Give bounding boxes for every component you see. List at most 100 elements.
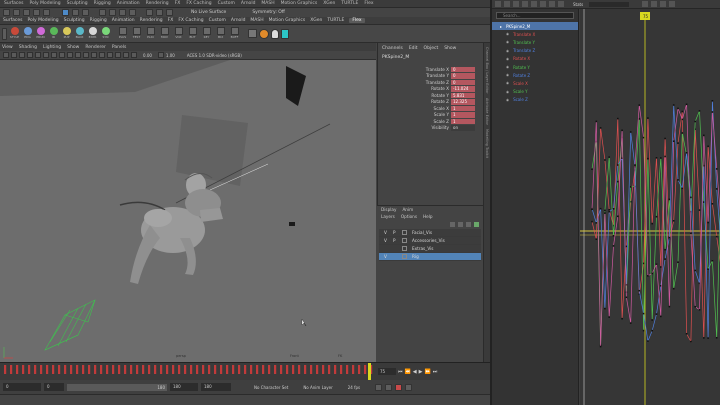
side-tab[interactable]: Attribute Editor xyxy=(485,98,489,125)
sound-icon[interactable] xyxy=(385,383,393,391)
eye-icon[interactable]: ◉ xyxy=(506,57,509,61)
channel-box-menu-show[interactable]: Show xyxy=(444,46,456,51)
render-settings-icon[interactable] xyxy=(166,9,173,16)
channel-row[interactable]: Translate Z0 xyxy=(378,79,483,86)
current-frame-field[interactable]: 75 xyxy=(378,368,396,375)
open-scene-icon[interactable] xyxy=(13,9,20,16)
play-forward-icon[interactable]: ▶ xyxy=(419,369,423,375)
viewport-menu-panels[interactable]: Panels xyxy=(112,45,126,50)
textured-icon[interactable] xyxy=(75,52,81,58)
channel-value[interactable]: 1 xyxy=(451,118,475,124)
graph-curve-item[interactable]: ◉ Scale X xyxy=(492,79,578,87)
viewport-menu-view[interactable]: View xyxy=(2,45,13,50)
redo-icon[interactable] xyxy=(43,9,50,16)
render-icon[interactable] xyxy=(146,9,153,16)
orange-tool-icon[interactable] xyxy=(259,28,269,39)
camera-icon[interactable] xyxy=(3,52,9,58)
shelf-script-test[interactable]: TEST xyxy=(131,26,142,41)
graph-curve-item[interactable]: ◉ Scale Z xyxy=(492,96,578,104)
exposure-icon[interactable] xyxy=(131,52,137,58)
layer-tab-display[interactable]: Display xyxy=(381,207,396,212)
graph-curve-item[interactable]: ◉ Scale Y xyxy=(492,88,578,96)
loop-icon[interactable] xyxy=(375,383,383,391)
menu-poly-modeling[interactable]: Poly Modeling xyxy=(30,1,61,6)
anim-end-field[interactable]: 180 xyxy=(170,383,198,391)
exposure-value[interactable]: 0.00 xyxy=(143,53,152,58)
channel-value[interactable]: 1 xyxy=(451,112,475,118)
move-layer-up-icon[interactable] xyxy=(450,222,455,227)
smooth-shade-icon[interactable] xyxy=(67,52,73,58)
symmetry-dropdown[interactable]: Symmetry: Off xyxy=(252,10,285,15)
menu-rendering[interactable]: Rendering xyxy=(146,1,169,6)
shelf-script-key[interactable]: KEY xyxy=(201,26,212,41)
graph-outliner-object[interactable]: ▸ PKSpine2_M xyxy=(492,22,578,31)
graph-curves[interactable]: 75 xyxy=(580,9,720,405)
channel-name[interactable]: Rotate Z xyxy=(378,99,451,104)
shelf-script-but[interactable]: BUT xyxy=(187,26,198,41)
channel-box-menu-edit[interactable]: Edit xyxy=(409,46,418,51)
shelf-script-vox[interactable]: VOX xyxy=(173,26,184,41)
channel-name[interactable]: Translate Z xyxy=(378,80,451,85)
menu-xgen[interactable]: XGen xyxy=(323,1,335,6)
ge-buffer-icon[interactable] xyxy=(642,1,649,7)
shelf-tab-mash[interactable]: MASH xyxy=(250,18,263,23)
new-scene-icon[interactable] xyxy=(3,9,10,16)
shelf-button-syn[interactable]: SYN xyxy=(100,26,111,41)
channel-name[interactable]: Translate X xyxy=(378,67,451,72)
channel-name[interactable]: Scale Z xyxy=(378,119,451,124)
ge-break-icon[interactable] xyxy=(549,1,555,7)
snap-point-icon[interactable] xyxy=(119,9,126,16)
shelf-tab-sculpting[interactable]: Sculpting xyxy=(64,18,85,23)
shelf-tab-custom[interactable]: Custom xyxy=(209,18,226,23)
shadows-icon[interactable] xyxy=(91,52,97,58)
lasso-tool-icon[interactable] xyxy=(72,9,79,16)
eye-icon[interactable]: ◉ xyxy=(506,32,509,36)
channel-box-menu-channels[interactable]: Channels xyxy=(382,46,403,51)
xray-icon[interactable] xyxy=(115,52,121,58)
snap-curve-icon[interactable] xyxy=(109,9,116,16)
aa-icon[interactable] xyxy=(107,52,113,58)
menu-motion-graphics[interactable]: Motion Graphics xyxy=(281,1,318,6)
channel-name[interactable]: Scale Y xyxy=(378,112,451,117)
viewport-menu-show[interactable]: Show xyxy=(67,45,79,50)
menu-fx-caching[interactable]: FX Caching xyxy=(186,1,211,6)
new-layer-selected-icon[interactable] xyxy=(474,222,479,227)
teal-cross-icon[interactable] xyxy=(281,28,289,39)
eye-icon[interactable]: ◉ xyxy=(506,98,509,102)
channel-value[interactable]: 1 xyxy=(451,105,475,111)
shelf-tab-fx-caching[interactable]: FX Caching xyxy=(178,18,203,23)
layer-menu-help[interactable]: Help xyxy=(423,214,433,219)
ge-curves-icon[interactable] xyxy=(660,1,667,7)
layer-tab-anim[interactable]: Anim xyxy=(402,207,413,212)
shelf-script-mix[interactable]: MIX xyxy=(215,26,226,41)
ipr-render-icon[interactable] xyxy=(156,9,163,16)
eye-icon[interactable]: ◉ xyxy=(506,40,509,44)
channel-row[interactable]: Rotate X -11.024 xyxy=(378,86,483,93)
layer-playback-toggle[interactable]: P xyxy=(393,230,397,235)
layer-color-swatch[interactable] xyxy=(402,238,407,243)
ge-menu-icon[interactable] xyxy=(495,1,501,7)
shelf-script-mov[interactable]: MOV xyxy=(159,26,170,41)
ge-flat-icon[interactable] xyxy=(531,1,537,7)
step-forward-icon[interactable]: ⏩ xyxy=(424,369,430,375)
graph-curve-item[interactable]: ◉ Rotate Z xyxy=(492,71,578,79)
shelf-tab-rigging[interactable]: Rigging xyxy=(90,18,107,23)
paint-select-icon[interactable] xyxy=(82,9,89,16)
save-scene-icon[interactable] xyxy=(23,9,30,16)
layer-row[interactable]: V P Accessories_Vis xyxy=(379,237,481,245)
channel-value[interactable]: 12.325 xyxy=(451,99,475,105)
channel-value[interactable]: 5.831 xyxy=(451,92,475,98)
layer-visibility-toggle[interactable]: V xyxy=(384,254,388,259)
play-back-icon[interactable]: ◀ xyxy=(413,369,417,375)
menu-custom[interactable]: Custom xyxy=(218,1,235,6)
menu-flex[interactable]: Flex xyxy=(364,1,373,6)
layer-visibility-toggle[interactable]: V xyxy=(384,230,388,235)
channel-row[interactable]: Rotate Z 12.325 xyxy=(378,99,483,106)
ge-unify-icon[interactable] xyxy=(558,1,564,7)
graph-curve-item[interactable]: ◉ Translate Y xyxy=(492,38,578,46)
layer-color-swatch[interactable] xyxy=(402,246,407,251)
shelf-button-blox[interactable]: BLOX xyxy=(74,26,85,41)
menu-sculpting[interactable]: Sculpting xyxy=(67,1,88,6)
range-slider[interactable]: 180 xyxy=(67,383,167,391)
shelf-script-buff[interactable]: BUFF xyxy=(229,26,240,41)
